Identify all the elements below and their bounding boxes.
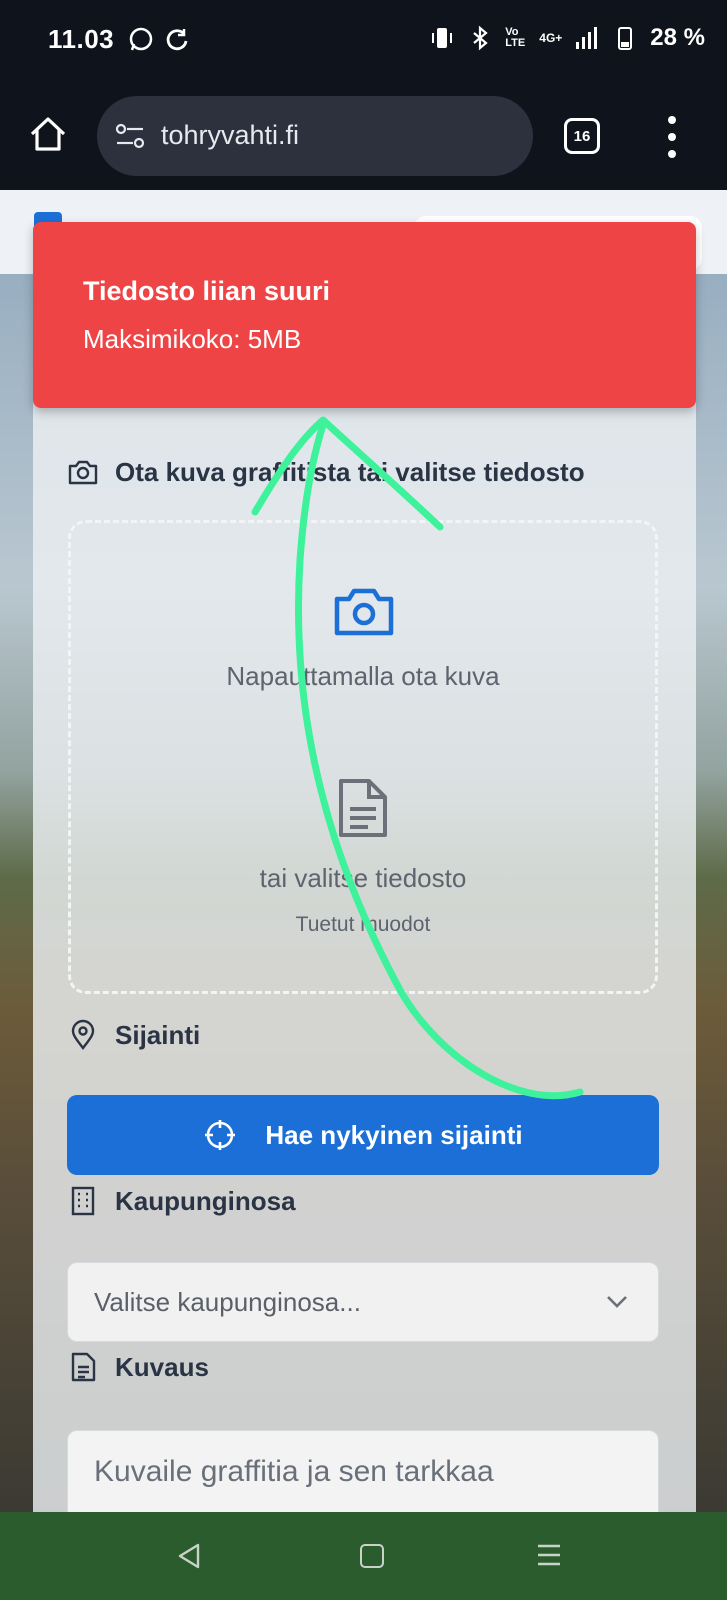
network-indicator: 4G+ bbox=[539, 31, 563, 45]
site-settings-icon[interactable] bbox=[115, 122, 145, 150]
sync-icon bbox=[166, 29, 188, 51]
upload-dropzone[interactable]: Napauttamalla ota kuva tai valitse tiedo… bbox=[68, 520, 658, 994]
location-pin-icon bbox=[71, 1019, 95, 1050]
location-section-label: Sijainti bbox=[67, 1019, 200, 1051]
description-textarea[interactable]: Kuvaile graffitia ja sen tarkkaa bbox=[67, 1430, 659, 1512]
address-bar[interactable]: tohryvahti.fi bbox=[97, 96, 533, 176]
home-icon[interactable] bbox=[28, 114, 68, 154]
browser-toolbar: tohryvahti.fi 16 bbox=[0, 84, 727, 190]
choose-file-text[interactable]: tai valitse tiedosto bbox=[71, 863, 655, 894]
description-section-label: Kuvaus bbox=[67, 1351, 209, 1383]
vibrate-icon bbox=[432, 28, 453, 48]
tab-switcher-button[interactable]: 16 bbox=[564, 118, 600, 154]
url-text: tohryvahti.fi bbox=[161, 120, 300, 150]
battery-percentage: 28 % bbox=[650, 24, 705, 51]
camera-icon bbox=[68, 460, 98, 485]
camera-capture-icon[interactable] bbox=[333, 585, 395, 637]
chevron-down-icon bbox=[607, 1296, 627, 1308]
photo-section-label: Ota kuva graffitista tai valitse tiedost… bbox=[67, 456, 585, 488]
crosshair-icon bbox=[205, 1120, 236, 1150]
district-section-label: Kaupunginosa bbox=[67, 1185, 296, 1217]
bluetooth-icon bbox=[473, 25, 488, 51]
supported-formats-text: Tuetut muodot bbox=[295, 913, 431, 936]
error-toast: Tiedosto liian suuri Maksimikoko: 5MB bbox=[33, 222, 696, 408]
whatsapp-icon bbox=[129, 27, 153, 51]
toast-title: Tiedosto liian suuri bbox=[83, 276, 331, 306]
status-bar: 11.03 Vo LTE 4G+ 28 % bbox=[0, 0, 727, 84]
home-nav-icon[interactable] bbox=[360, 1544, 384, 1568]
district-select[interactable]: Valitse kaupunginosa... bbox=[67, 1262, 659, 1342]
signal-icon bbox=[576, 27, 598, 49]
file-icon[interactable] bbox=[335, 777, 391, 839]
status-time: 11.03 bbox=[48, 24, 115, 54]
more-menu-icon[interactable] bbox=[666, 114, 678, 160]
building-icon bbox=[71, 1186, 95, 1216]
get-location-button[interactable]: Hae nykyinen sijainti bbox=[67, 1095, 659, 1175]
recent-apps-icon[interactable] bbox=[536, 1542, 562, 1568]
document-icon bbox=[71, 1352, 96, 1382]
system-navigation-bar bbox=[0, 1512, 727, 1600]
battery-icon bbox=[618, 27, 633, 50]
take-photo-text[interactable]: Napauttamalla ota kuva bbox=[71, 661, 655, 692]
volte-indicator: Vo LTE bbox=[505, 26, 526, 49]
toast-message: Maksimikoko: 5MB bbox=[83, 324, 302, 354]
back-icon[interactable] bbox=[176, 1542, 202, 1570]
